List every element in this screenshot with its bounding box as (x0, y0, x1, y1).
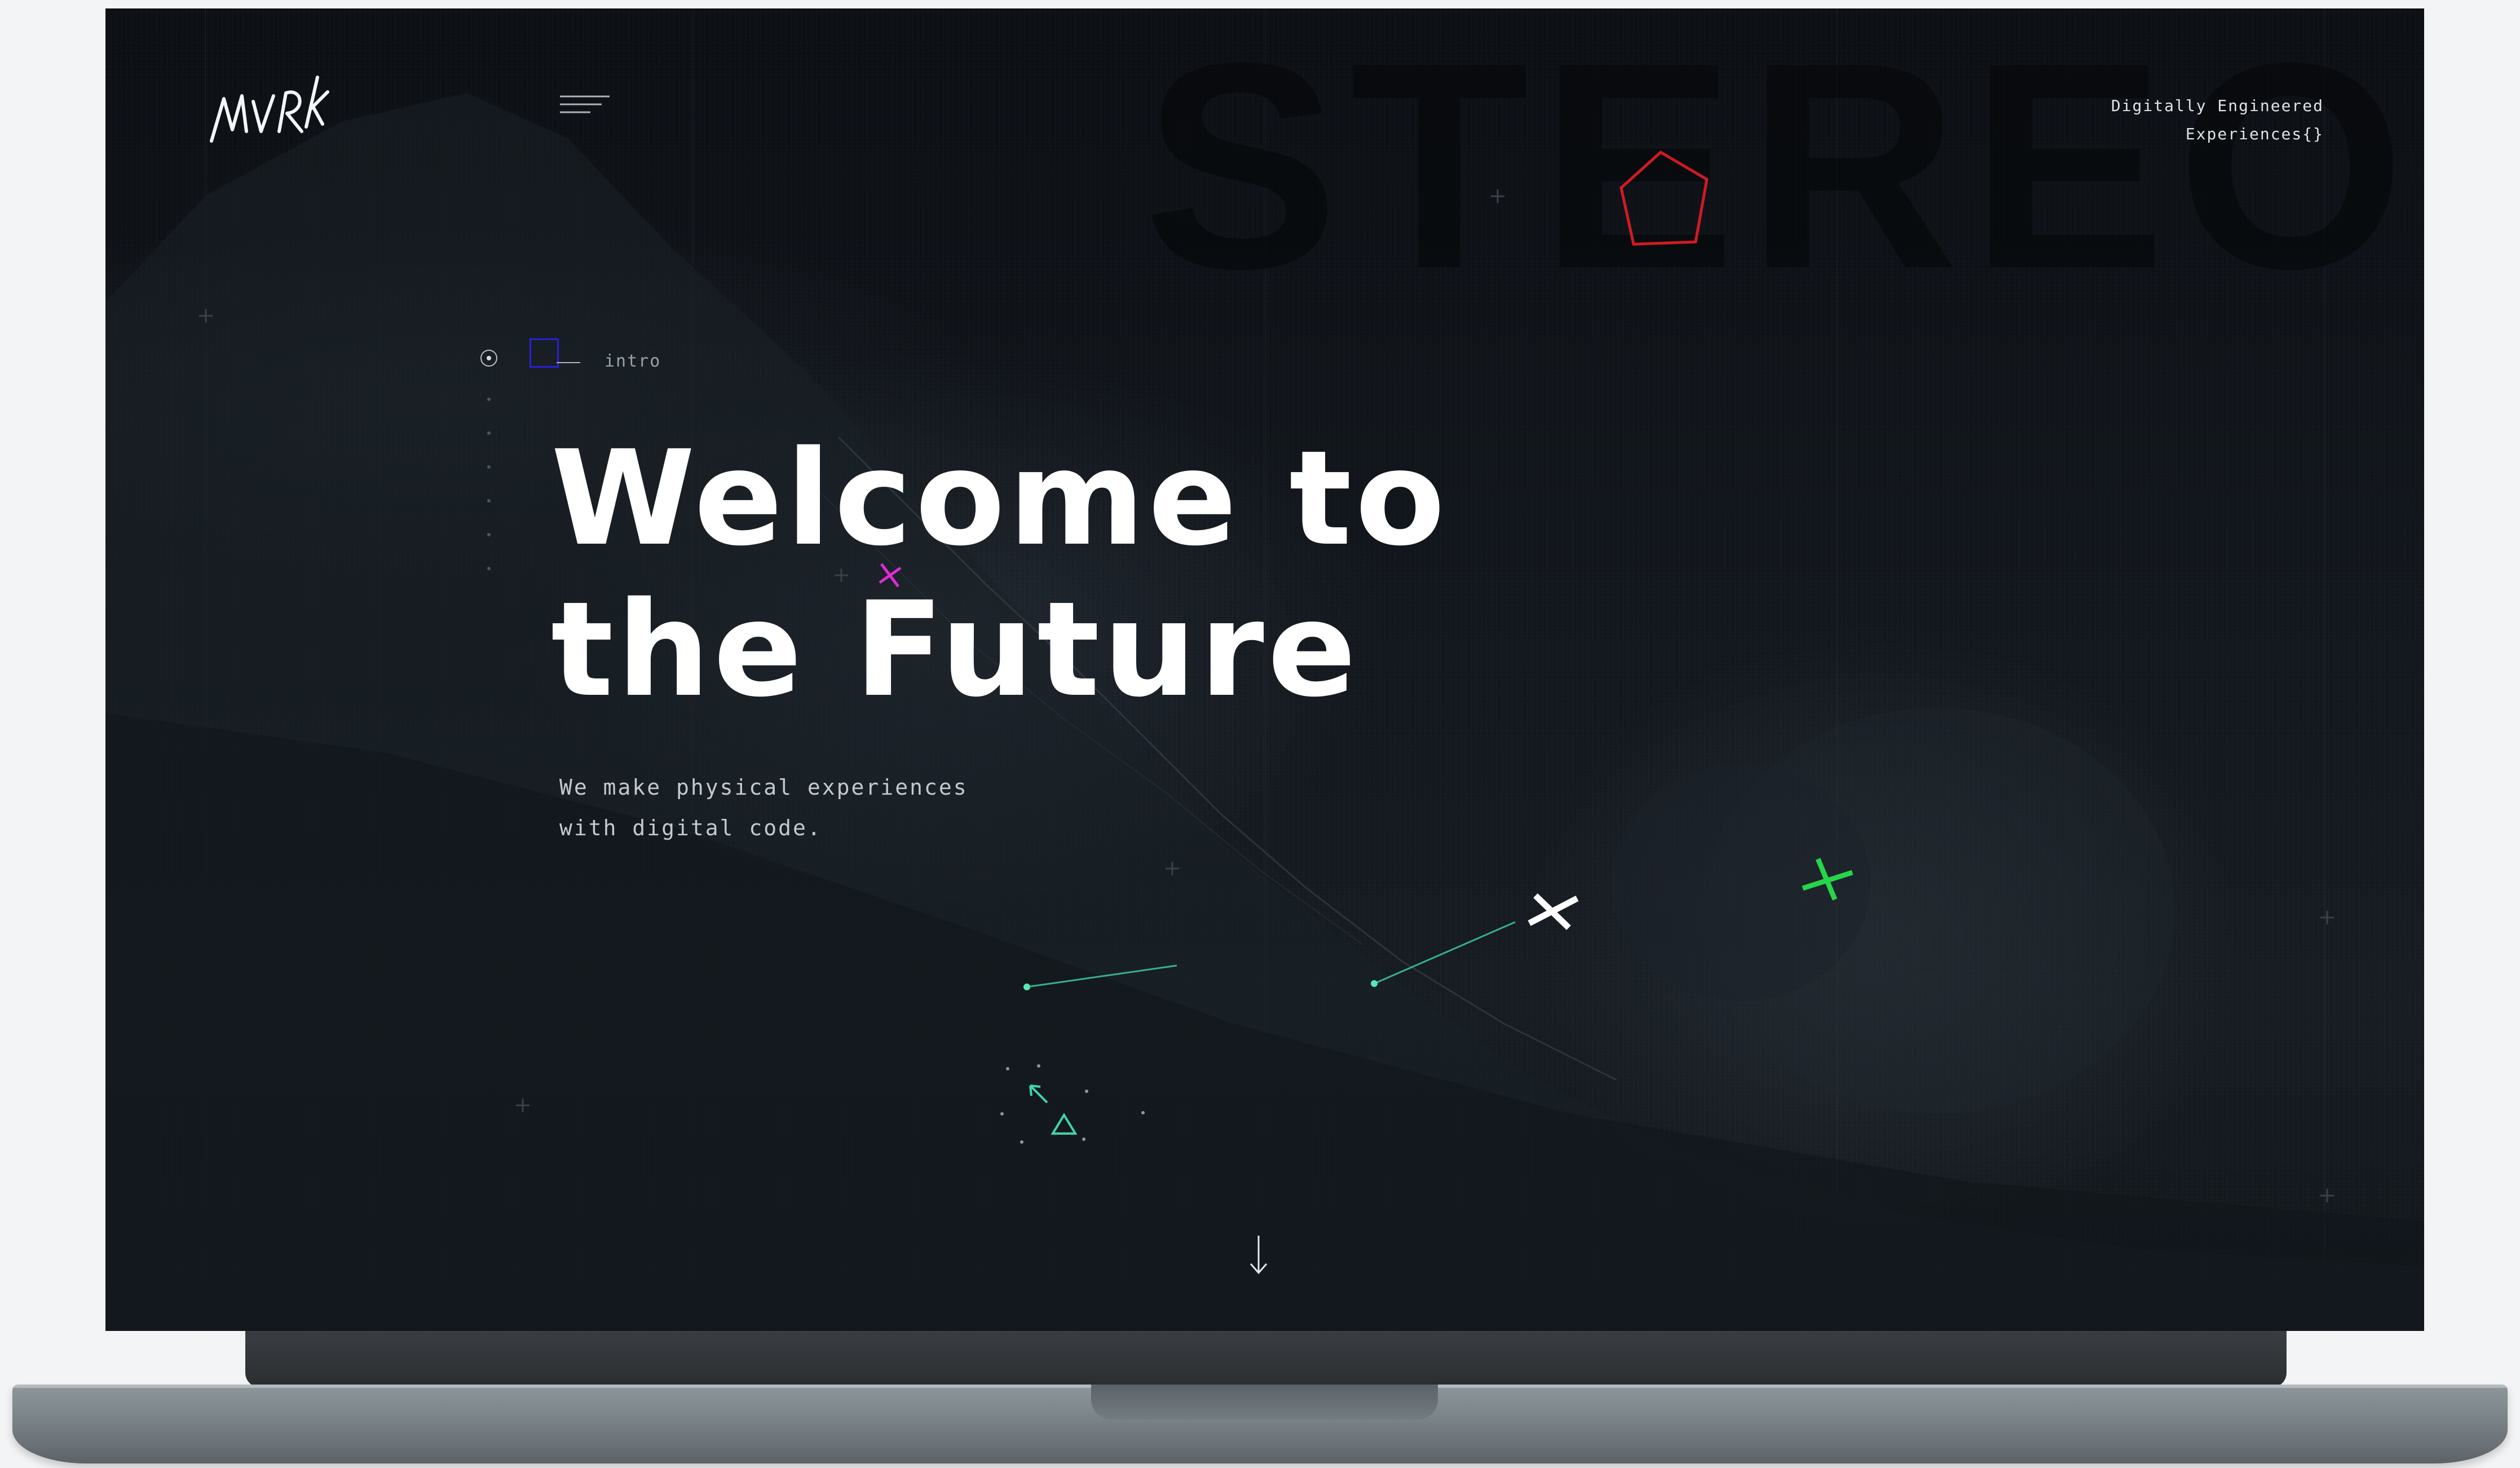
nav-dot[interactable] (487, 431, 491, 435)
nav-dot-active[interactable] (480, 350, 497, 367)
pentagon-icon (1619, 150, 1709, 246)
arrow-icon (1029, 1085, 1048, 1104)
particle-dots (1000, 1064, 1145, 1144)
tagline-line1: Digitally Engineered (2111, 96, 2324, 115)
laptop-screen: STEREO Digitally Engineered Experiences{… (105, 8, 2424, 1331)
nav-dot[interactable] (487, 499, 491, 502)
hamburger-menu-icon[interactable] (557, 87, 613, 121)
nav-dot[interactable] (487, 398, 491, 401)
tagline-line2: Experiences{} (2185, 125, 2324, 143)
star-dot (1371, 980, 1378, 987)
hero-title: Welcome to the Future (551, 423, 1449, 725)
tagline: Digitally Engineered Experiences{} (2111, 92, 2324, 148)
nav-indicator-line (557, 362, 580, 363)
green-cross-icon (1802, 858, 1853, 901)
star-dot (1023, 984, 1030, 990)
shooting-star (1026, 921, 1516, 988)
nav-dot[interactable] (487, 465, 491, 469)
laptop-lid-rim (245, 1331, 2287, 1387)
hero-subtitle-line1: We make physical experiences (559, 775, 968, 800)
nav-dot[interactable] (487, 533, 491, 536)
mvrk-logo[interactable] (207, 65, 331, 144)
hero-subtitle: We make physical experiences with digita… (559, 767, 968, 848)
arrow-down-icon[interactable] (1242, 1232, 1276, 1277)
nav-label-intro[interactable]: intro (604, 351, 661, 371)
hero-title-line2: the Future (551, 574, 1360, 726)
triangle-icon (1051, 1113, 1078, 1135)
white-cross-icon (1528, 893, 1579, 930)
nav-indicator-square (529, 338, 559, 368)
hero-title-line1: Welcome to (551, 422, 1449, 575)
nav-dot[interactable] (487, 567, 491, 570)
laptop-opening-notch (1091, 1385, 1438, 1419)
hero-subtitle-line2: with digital code. (559, 815, 822, 840)
